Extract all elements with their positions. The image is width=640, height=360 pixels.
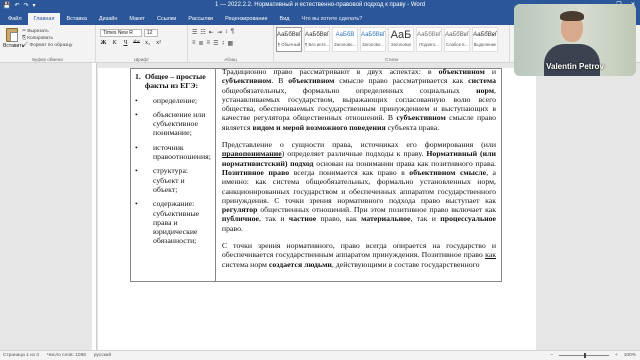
- underline-button[interactable]: Ч: [122, 40, 129, 46]
- word-count[interactable]: Число слов: 1068: [47, 353, 86, 358]
- increase-indent-icon[interactable]: ⇥: [217, 29, 222, 36]
- tab-review[interactable]: Рецензирование: [219, 13, 273, 25]
- paragraph-group: ☰ ☷ ⇤ ⇥ ↕ ¶ ≡ ≣ ≡ ☰ ↨ ▦ Абзац: [188, 25, 274, 63]
- paragraph-2: Представление о сущности права, источник…: [221, 140, 497, 233]
- list-item: • содержание: субъективные права и юридич…: [135, 199, 200, 246]
- tab-mailings[interactable]: Рассылки: [182, 13, 219, 25]
- paragraph-group-label: Абзац: [224, 57, 237, 62]
- style-subtitle[interactable]: АаБбВвГ Подзаго...: [416, 27, 442, 52]
- style-emphasis[interactable]: АаБбВвГг Выделение: [472, 27, 498, 52]
- paragraph-3: С точки зрения нормативного, право всегд…: [221, 241, 496, 269]
- font-group: Times New R 12 Ж К Ч abc x₂ x² Шрифт: [96, 25, 188, 63]
- style-normal[interactable]: АаБбВвГг ¶ Обычный: [276, 27, 302, 52]
- borders-icon[interactable]: ▦: [227, 40, 233, 47]
- clipboard-group-label: Буфер обмена: [32, 57, 63, 62]
- table-cell-content[interactable]: Традиционно право рассматривают в двух а…: [214, 67, 503, 282]
- style-title[interactable]: АаБ Заголовок: [388, 27, 414, 52]
- item-number: 1.: [135, 72, 141, 81]
- topic-heading: Общее – простые факты из ЕГЭ:: [144, 72, 206, 91]
- list-item: • структура: субъект и объект;: [135, 166, 189, 194]
- style-name: Слабое в...: [445, 42, 469, 47]
- tell-me-search[interactable]: Что вы хотите сделать?: [302, 13, 363, 25]
- presenter-body: [544, 44, 600, 76]
- paragraph-1: Традиционно право рассматривают в двух а…: [221, 67, 497, 132]
- style-name: Подзаго...: [419, 42, 439, 47]
- style-heading-2[interactable]: АаБбВвГ Заголово...: [360, 27, 386, 52]
- style-name: Выделение: [473, 42, 497, 47]
- numbering-icon[interactable]: ☷: [200, 29, 205, 36]
- style-name: Заголово...: [362, 42, 384, 47]
- page-count[interactable]: Страница 1 из 3: [3, 353, 39, 358]
- style-preview: АаБбВвГ: [417, 32, 442, 38]
- align-left-icon[interactable]: ≡: [192, 40, 196, 47]
- tab-design[interactable]: Дизайн: [93, 13, 124, 25]
- show-marks-icon[interactable]: ¶: [231, 29, 234, 36]
- presenter-hair: [560, 11, 584, 21]
- cut-button[interactable]: ✂ Вырезать: [22, 28, 72, 35]
- status-bar: Страница 1 из 3 Число слов: 1068 русский…: [0, 350, 640, 360]
- style-preview: АаБбВ: [335, 32, 355, 38]
- justify-icon[interactable]: ☰: [213, 40, 218, 47]
- font-group-label: Шрифт: [134, 57, 149, 62]
- sort-icon[interactable]: ↕: [225, 29, 228, 36]
- style-subtle-emphasis[interactable]: АаБбВвГг Слабое в...: [444, 27, 470, 52]
- format-painter-button[interactable]: 🖌 Формат по образцу: [22, 42, 72, 49]
- tab-references[interactable]: Ссылки: [151, 13, 182, 25]
- subscript-button[interactable]: x₂: [144, 40, 151, 46]
- list-item: • источник правоотношения;: [135, 142, 211, 162]
- style-preview: АаБбВвГг: [445, 32, 470, 38]
- align-right-icon[interactable]: ≡: [207, 40, 211, 47]
- list-item: • объяснение или субъективное понимание;: [135, 109, 206, 138]
- style-preview: АаБбВвГг: [277, 32, 302, 38]
- style-preview: АаБбВвГг: [473, 32, 498, 38]
- clipboard-group: Вставить ✂ Вырезать ⎘ Копировать 🖌 Форма…: [0, 25, 96, 63]
- zoom-slider-handle[interactable]: [583, 353, 586, 358]
- tab-layout[interactable]: Макет: [123, 13, 151, 25]
- font-name-select[interactable]: Times New R: [100, 29, 142, 37]
- style-preview: АаБбВвГ: [361, 32, 386, 38]
- style-name: ¶ Обычный: [277, 42, 301, 47]
- style-heading-1[interactable]: АаБбВ Заголово...: [332, 27, 358, 52]
- paste-button[interactable]: Вставить: [3, 28, 24, 49]
- table-row: 1. Общее – простые факты из ЕГЭ: • опреде…: [130, 67, 503, 282]
- bullets-icon[interactable]: ☰: [192, 29, 197, 36]
- copy-button[interactable]: ⎘ Копировать: [22, 35, 72, 42]
- strikethrough-button[interactable]: abc: [133, 40, 140, 46]
- decrease-indent-icon[interactable]: ⇤: [209, 29, 214, 36]
- tab-home[interactable]: Главная: [27, 13, 61, 25]
- tab-insert[interactable]: Вставка: [60, 13, 92, 25]
- tab-view[interactable]: Вид: [274, 13, 296, 25]
- vertical-ruler: [92, 63, 97, 350]
- style-preview: АаБбВвГг: [305, 32, 330, 38]
- styles-group: АаБбВвГг ¶ Обычный АаБбВвГг ¶ Без инте..…: [274, 25, 510, 63]
- tab-file[interactable]: Файл: [2, 13, 28, 25]
- list-item: • определение;: [135, 95, 198, 105]
- language-indicator[interactable]: русский: [94, 353, 111, 358]
- table-cell-topic[interactable]: 1. Общее – простые факты из ЕГЭ: • опреде…: [130, 68, 216, 282]
- style-name: Заголовок: [390, 42, 412, 47]
- content-table: 1. Общее – простые факты из ЕГЭ: • опреде…: [130, 67, 503, 282]
- style-name: Заголово...: [334, 42, 356, 47]
- document-page[interactable]: 1. Общее – простые факты из ЕГЭ: • опреде…: [98, 67, 536, 350]
- zoom-out-button[interactable]: −: [550, 353, 553, 358]
- style-preview: АаБ: [390, 29, 412, 41]
- italic-button[interactable]: К: [111, 40, 118, 46]
- styles-group-label: Стили: [385, 57, 398, 62]
- line-spacing-icon[interactable]: ↨: [221, 40, 224, 47]
- align-center-icon[interactable]: ≣: [199, 40, 204, 47]
- webcam-overlay: Valentin Petrov: [514, 4, 636, 76]
- zoom-slider[interactable]: [558, 353, 609, 358]
- zoom-level[interactable]: 100%: [624, 353, 636, 358]
- zoom-in-button[interactable]: +: [615, 353, 618, 358]
- font-size-select[interactable]: 12: [144, 29, 158, 37]
- document-area: 1. Общее – простые факты из ЕГЭ: • опреде…: [0, 63, 640, 350]
- style-no-spacing[interactable]: АаБбВвГг ¶ Без инте...: [304, 27, 330, 52]
- style-name: ¶ Без инте...: [305, 42, 330, 47]
- paste-icon: [6, 28, 18, 42]
- bold-button[interactable]: Ж: [100, 40, 107, 46]
- superscript-button[interactable]: x²: [155, 40, 162, 46]
- presenter-name: Valentin Petrov: [546, 62, 604, 71]
